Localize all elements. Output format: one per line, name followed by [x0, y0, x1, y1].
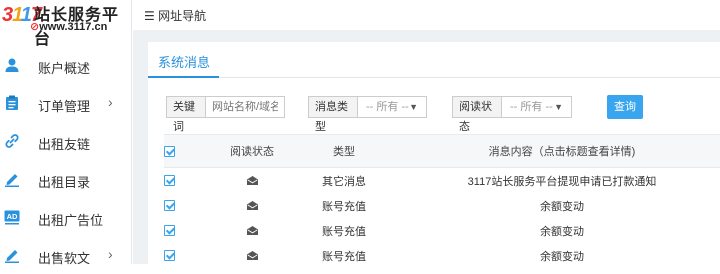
envelope-icon — [246, 251, 258, 260]
caret-down-icon: ▼ — [409, 102, 418, 112]
message-title-link[interactable]: 余额变动 — [404, 243, 720, 268]
sidebar-item-rent-directory[interactable]: 出租目录 — [0, 160, 132, 198]
svg-text:AD: AD — [7, 212, 18, 221]
sidebar-item-account-overview[interactable]: 账户概述 — [0, 46, 132, 84]
message-type: 其它消息 — [322, 175, 366, 188]
site-navigation-link[interactable]: ☰ 网址导航 — [144, 7, 206, 24]
column-header-content: 消息内容（点击标题查看详情) — [488, 146, 636, 158]
select-all-cell — [164, 135, 182, 167]
main-content: 系统消息 关键词 消息类型 -- 所有 -- ▼ 阅读状态 -- 所有 -- ▼… — [133, 30, 720, 264]
edit-icon — [5, 174, 19, 187]
envelope-icon — [246, 226, 258, 235]
sidebar-item-label: 订单管理 — [38, 99, 91, 114]
row-checkbox[interactable] — [164, 175, 175, 186]
column-header-read-status: 阅读状态 — [230, 146, 274, 158]
message-type-value: -- 所有 -- — [366, 101, 409, 113]
filter-bar: 关键词 消息类型 -- 所有 -- ▼ 阅读状态 -- 所有 -- ▼ 查询 — [166, 95, 718, 133]
top-bar: ☰ 网址导航 — [132, 0, 720, 30]
sidebar-menu: 账户概述 订单管理 › 出租友链 出租目录 AD 出租广告位 出售软文 › — [0, 46, 132, 274]
read-status-label: 阅读状态 — [452, 96, 502, 133]
read-status-value: -- 所有 -- — [510, 101, 553, 113]
sidebar-item-sell-articles[interactable]: 出售软文 › — [0, 236, 132, 274]
envelope-icon — [246, 201, 258, 210]
link-icon — [5, 134, 19, 148]
chevron-right-icon[interactable]: › — [108, 246, 113, 262]
table-header: 阅读状态 类型 消息内容（点击标题查看详情) — [164, 134, 720, 168]
tab-active-indicator — [148, 76, 219, 78]
row-checkbox[interactable] — [164, 225, 175, 236]
sidebar-item-rent-links[interactable]: 出租友链 — [0, 122, 132, 160]
message-type: 账号充值 — [322, 250, 366, 263]
clipboard-icon — [6, 95, 18, 110]
sidebar-item-label: 出租友链 — [38, 137, 91, 152]
tab-system-messages[interactable]: 系统消息 — [158, 52, 210, 71]
read-status-select[interactable]: -- 所有 -- ▼ — [502, 96, 572, 118]
messages-table: 阅读状态 类型 消息内容（点击标题查看详情) 其它消息 3117站长服务平台提现… — [164, 134, 720, 268]
sidebar-item-label: 出租广告位 — [38, 213, 104, 228]
ad-icon: AD — [4, 210, 20, 225]
sidebar-item-label: 出租目录 — [38, 175, 91, 190]
table-row[interactable]: 账号充值 余额变动 — [164, 193, 720, 218]
user-icon — [5, 58, 19, 72]
column-header-type: 类型 — [333, 146, 355, 158]
brand-url: ⊘www.3117.cn — [30, 21, 108, 33]
message-type: 账号充值 — [322, 200, 366, 213]
row-checkbox[interactable] — [164, 250, 175, 261]
message-title-link[interactable]: 3117站长服务平台提现申请已打款通知 — [404, 168, 720, 193]
table-row[interactable]: 账号充值 余额变动 — [164, 218, 720, 243]
message-type-select[interactable]: -- 所有 -- ▼ — [358, 96, 427, 118]
message-title-link[interactable]: 余额变动 — [404, 218, 720, 243]
chevron-right-icon[interactable]: › — [108, 94, 113, 110]
message-type-label: 消息类型 — [308, 96, 358, 133]
table-row[interactable]: 账号充值 余额变动 — [164, 243, 720, 268]
select-all-checkbox[interactable] — [164, 145, 175, 157]
sidebar-item-rent-ad-slot[interactable]: AD 出租广告位 — [0, 198, 132, 236]
message-title-link[interactable]: 余额变动 — [404, 193, 720, 218]
table-row[interactable]: 其它消息 3117站长服务平台提现申请已打款通知 — [164, 168, 720, 193]
brand-logo[interactable]: 3117 站长服务平台 ⊘www.3117.cn — [0, 0, 132, 48]
sidebar-item-label: 账户概述 — [38, 61, 91, 76]
pen-icon — [5, 250, 19, 263]
sidebar-item-order-management[interactable]: 订单管理 › — [0, 84, 132, 122]
message-type: 账号充值 — [322, 225, 366, 238]
caret-down-icon: ▼ — [554, 102, 563, 112]
messages-panel: 系统消息 关键词 消息类型 -- 所有 -- ▼ 阅读状态 -- 所有 -- ▼… — [148, 42, 720, 264]
envelope-icon — [246, 176, 258, 185]
keyword-label: 关键词 — [166, 96, 206, 133]
keyword-input[interactable] — [206, 96, 285, 118]
row-checkbox[interactable] — [164, 200, 175, 211]
sidebar-item-label: 出售软文 — [38, 251, 91, 266]
sidebar: 3117 站长服务平台 ⊘www.3117.cn 账户概述 订单管理 › 出租友… — [0, 0, 132, 266]
tab-bar: 系统消息 — [148, 42, 720, 78]
query-button[interactable]: 查询 — [607, 95, 643, 119]
